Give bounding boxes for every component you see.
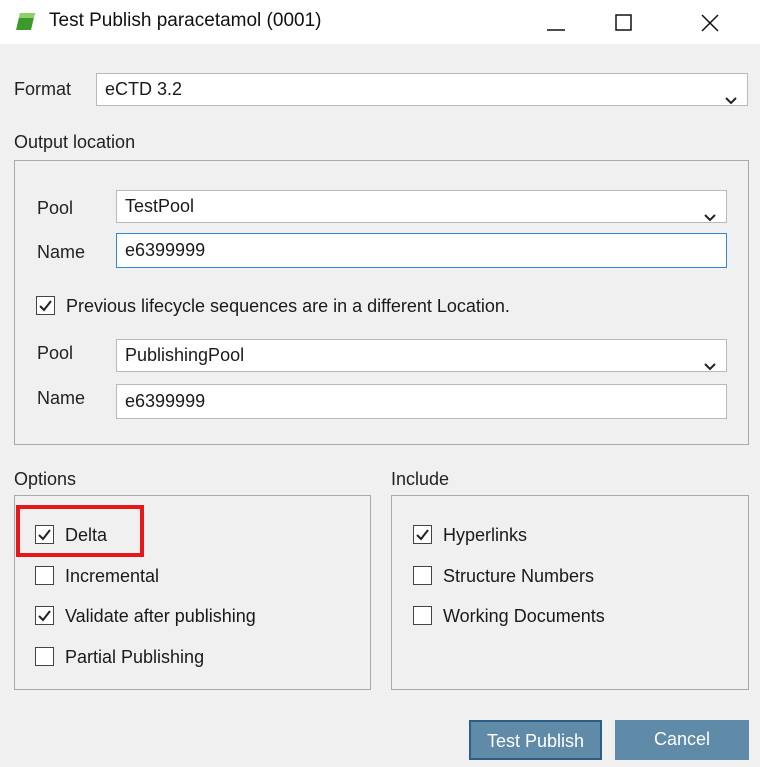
partial-publishing-checkbox[interactable] bbox=[35, 647, 54, 666]
chevron-down-icon bbox=[704, 201, 716, 231]
test-publish-button[interactable]: Test Publish bbox=[469, 720, 602, 760]
title-bar: Test Publish paracetamol (0001) bbox=[0, 0, 760, 44]
working-documents-label: Working Documents bbox=[443, 606, 605, 626]
structure-numbers-label: Structure Numbers bbox=[443, 566, 595, 586]
validate-checkbox[interactable] bbox=[35, 606, 54, 625]
validate-label: Validate after publishing bbox=[65, 606, 256, 626]
name-input[interactable]: e6399999 bbox=[116, 233, 727, 268]
partial-publishing-label: Partial Publishing bbox=[65, 647, 205, 667]
include-label: Include bbox=[391, 469, 450, 489]
structure-numbers-checkbox[interactable] bbox=[413, 566, 432, 585]
previous-pool-select[interactable]: PublishingPool bbox=[116, 339, 727, 372]
name-label: Name bbox=[37, 242, 86, 262]
format-select[interactable]: eCTD 3.2 bbox=[96, 73, 748, 106]
previous-name-label: Name bbox=[37, 388, 86, 408]
app-icon bbox=[14, 11, 36, 31]
chevron-down-icon bbox=[725, 84, 737, 114]
pool-value: TestPool bbox=[125, 196, 195, 216]
close-button[interactable] bbox=[684, 0, 734, 44]
pool-select[interactable]: TestPool bbox=[116, 190, 727, 223]
cancel-button[interactable]: Cancel bbox=[615, 720, 749, 760]
lifecycle-checkbox-label: Previous lifecycle sequences are in a di… bbox=[66, 296, 510, 316]
previous-name-input[interactable]: e6399999 bbox=[116, 384, 727, 419]
previous-pool-label: Pool bbox=[37, 343, 74, 363]
working-documents-checkbox[interactable] bbox=[413, 606, 432, 625]
options-label: Options bbox=[14, 469, 77, 489]
format-label: Format bbox=[14, 79, 72, 99]
incremental-checkbox[interactable] bbox=[35, 566, 54, 585]
hyperlinks-checkbox[interactable] bbox=[413, 525, 432, 544]
window-title: Test Publish paracetamol (0001) bbox=[49, 10, 322, 31]
output-location-label: Output location bbox=[14, 132, 136, 152]
incremental-label: Incremental bbox=[65, 566, 160, 586]
delta-highlight-box bbox=[16, 505, 144, 557]
pool-label: Pool bbox=[37, 198, 74, 218]
lifecycle-checkbox[interactable] bbox=[36, 296, 55, 315]
maximize-button[interactable] bbox=[598, 0, 648, 44]
previous-pool-value: PublishingPool bbox=[125, 345, 245, 365]
hyperlinks-label: Hyperlinks bbox=[443, 525, 528, 545]
format-value: eCTD 3.2 bbox=[105, 79, 183, 99]
name-value: e6399999 bbox=[125, 240, 206, 260]
previous-name-value: e6399999 bbox=[125, 391, 206, 411]
chevron-down-icon bbox=[704, 350, 716, 380]
minimize-button[interactable] bbox=[530, 0, 580, 44]
